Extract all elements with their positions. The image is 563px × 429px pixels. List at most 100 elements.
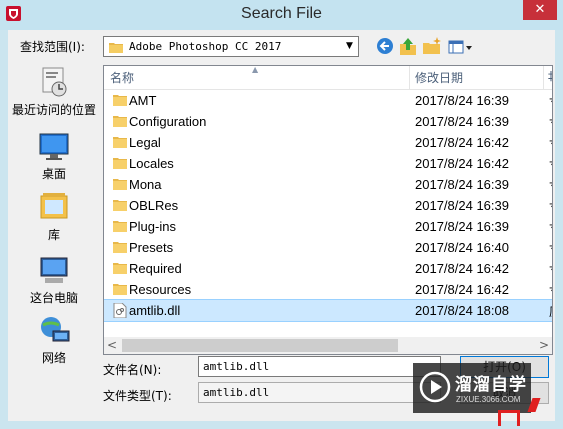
up-folder-icon [400,38,416,55]
up-folder-button[interactable] [399,36,417,58]
file-type: 寸 [549,156,552,173]
file-name: AMT [129,93,157,108]
place-network[interactable]: 网络 [8,313,100,366]
folder-icon [113,93,127,109]
recent-places-icon [37,65,71,99]
column-header-type[interactable]: ‡ [548,69,552,83]
file-name: Mona [129,177,162,192]
file-row[interactable]: Mona 2017/8/24 16:39 寸 [104,174,552,195]
file-row[interactable]: Required 2017/8/24 16:42 寸 [104,258,552,279]
place-recent[interactable]: 最近访问的位置 [8,65,100,118]
chevron-down-icon[interactable]: ▼ [341,37,358,56]
file-date: 2017/8/24 16:42 [415,135,509,150]
close-button[interactable]: ✕ [523,0,557,20]
places-bar: 最近访问的位置 桌面 库 这台电脑 网络 [8,65,100,365]
file-name: OBLRes [129,198,179,213]
file-date: 2017/8/24 18:08 [415,303,509,318]
file-name: Locales [129,156,174,171]
dll-file-icon [113,302,127,321]
folder-icon [109,41,123,56]
desktop-icon [37,129,71,163]
file-row[interactable]: Presets 2017/8/24 16:40 寸 [104,237,552,258]
new-folder-button[interactable] [422,36,442,58]
folder-icon [113,156,127,172]
folder-icon [113,219,127,235]
file-type: 寸 [549,198,552,215]
file-name: Resources [129,282,192,297]
folder-icon [113,114,127,130]
file-row[interactable]: Configuration 2017/8/24 16:39 寸 [104,111,552,132]
folder-icon [113,282,127,298]
column-divider[interactable] [409,66,410,89]
file-type: 寸 [549,93,552,110]
new-folder-icon [423,37,441,54]
file-name: Presets [129,240,174,255]
place-desktop[interactable]: 桌面 [8,129,100,182]
column-divider[interactable] [543,66,544,89]
file-list[interactable]: ▲ 名称 修改日期 ‡ AMT2017/8/24 16:39寸Configura… [103,65,553,355]
file-name: Configuration [129,114,207,129]
file-date: 2017/8/24 16:40 [415,240,509,255]
column-header-date[interactable]: 修改日期 [415,69,463,86]
file-type: 寸 [549,261,552,278]
folder-icon [113,177,127,193]
file-row[interactable]: Plug-ins 2017/8/24 16:39 寸 [104,216,552,237]
title-bar: Search File ✕ [0,0,563,30]
file-date: 2017/8/24 16:42 [415,261,509,276]
file-type: 寸 [549,177,552,194]
folder-icon [113,135,127,151]
file-date: 2017/8/24 16:39 [415,177,509,192]
watermark-text: 溜溜自学 [455,375,527,395]
views-menu-button[interactable] [448,36,474,58]
folder-icon [113,261,127,277]
file-name: amtlib.dll [129,303,181,318]
red-annotation-box [498,410,520,426]
place-this-pc[interactable]: 这台电脑 [8,253,100,306]
watermark-subtext: ZIXUE.3066.COM [456,395,521,404]
file-date: 2017/8/24 16:39 [415,93,509,108]
file-date: 2017/8/24 16:39 [415,198,509,213]
file-type: 寸 [549,240,552,257]
network-icon [37,313,71,347]
file-date: 2017/8/24 16:42 [415,282,509,297]
file-name-input[interactable]: amtlib.dll [198,356,441,377]
file-type-label: 文件类型(T): [103,389,172,403]
file-row[interactable]: Locales 2017/8/24 16:42 寸 [104,153,552,174]
file-type: 寸 [549,219,552,236]
file-row[interactable]: OBLRes 2017/8/24 16:39 寸 [104,195,552,216]
search-file-dialog: Search File ✕ 查找范围(I): Adobe Photoshop C… [0,0,563,429]
back-button[interactable] [376,36,394,58]
this-pc-icon [37,253,71,287]
file-type: 寸 [549,114,552,131]
play-logo-icon [419,371,451,406]
watermark-overlay: 溜溜自学 ZIXUE.3066.COM [413,363,531,413]
file-name: Required [129,261,182,276]
folder-icon [113,198,127,214]
file-date: 2017/8/24 16:42 [415,156,509,171]
look-in-label: 查找范围(I): [20,40,85,54]
file-row[interactable]: amtlib.dll 2017/8/24 18:08 原 [104,299,552,322]
views-menu-icon [448,40,472,54]
file-name: Plug-ins [129,219,176,234]
list-header: ▲ 名称 修改日期 ‡ [104,66,552,90]
look-in-dropdown[interactable]: Adobe Photoshop CC 2017 ▼ [103,36,359,57]
file-row[interactable]: AMT 2017/8/24 16:39 寸 [104,90,552,111]
horizontal-scrollbar[interactable]: < > [104,337,552,354]
scroll-thumb[interactable] [122,339,398,352]
file-date: 2017/8/24 16:39 [415,219,509,234]
file-row[interactable]: Resources 2017/8/24 16:42 寸 [104,279,552,300]
scroll-left-icon[interactable]: < [107,338,117,352]
file-type: 寸 [549,282,552,299]
look-in-value: Adobe Photoshop CC 2017 [129,40,282,53]
scroll-right-icon[interactable]: > [539,338,549,352]
place-libraries[interactable]: 库 [8,190,100,243]
window-title: Search File [241,5,322,22]
file-type-select[interactable]: amtlib.dll [198,382,441,403]
file-date: 2017/8/24 16:39 [415,114,509,129]
column-header-name[interactable]: 名称 [110,69,134,86]
file-rows: AMT 2017/8/24 16:39 寸 Configuration 2017/8/2… [104,90,552,322]
file-name: Legal [129,135,161,150]
libraries-icon [37,190,71,224]
file-row[interactable]: Legal 2017/8/24 16:42 寸 [104,132,552,153]
sort-ascending-icon: ▲ [252,65,259,74]
